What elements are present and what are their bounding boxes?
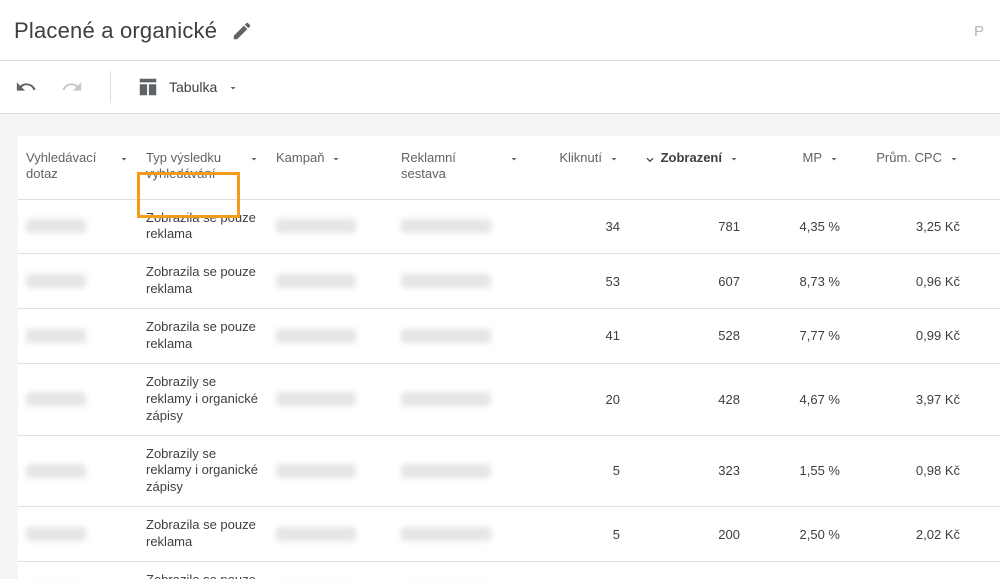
edit-icon[interactable]	[231, 20, 253, 42]
cell-impressions: 200	[628, 507, 748, 561]
view-selector-label: Tabulka	[169, 79, 217, 95]
cell-impressions: 323	[628, 436, 748, 507]
cell-mp: 1,10 %	[748, 562, 848, 579]
cell-clicks: 5	[528, 436, 628, 507]
cell-clicks: 2	[528, 562, 628, 579]
cell-result-type: Zobrazila se pouze reklama	[138, 309, 268, 363]
undo-icon[interactable]	[14, 75, 38, 99]
col-header-clicks[interactable]: Kliknutí	[528, 136, 628, 199]
chevron-down-icon	[227, 81, 239, 93]
cell-avg-cpc: 3,97 Kč	[848, 364, 968, 435]
cell-search-query	[18, 364, 138, 435]
cell-avg-cpc: 0,99 Kč	[848, 309, 968, 363]
content-surface: Vyhledávací dotaz Typ výsledku vyhledává…	[0, 114, 1000, 579]
col-header-mp[interactable]: MP	[748, 136, 848, 199]
col-header-adgroup[interactable]: Reklamní sestava	[393, 136, 528, 199]
table-row[interactable]: Zobrazila se pouze reklama 536078,73 %0,9…	[18, 254, 1000, 309]
cell-search-query	[18, 200, 138, 254]
cell-clicks: 53	[528, 254, 628, 308]
arrow-down-icon	[643, 151, 657, 165]
page-header: Placené a organické P	[0, 0, 1000, 60]
cell-campaign	[268, 364, 393, 435]
cell-result-type: Zobrazily se reklamy i organické zápisy	[138, 436, 268, 507]
col-header-result-type[interactable]: Typ výsledku vyhledávání	[138, 136, 268, 199]
table-row[interactable]: Zobrazila se pouze reklama 415287,77 %0,9…	[18, 309, 1000, 364]
cell-adgroup	[393, 436, 528, 507]
cell-avg-cpc: 2,02 Kč	[848, 507, 968, 561]
cell-result-type: Zobrazila se pouze reklama	[138, 200, 268, 254]
cell-mp: 4,67 %	[748, 364, 848, 435]
table-header-row: Vyhledávací dotaz Typ výsledku vyhledává…	[18, 136, 1000, 200]
cell-search-query	[18, 507, 138, 561]
cell-adgroup	[393, 507, 528, 561]
cell-search-query	[18, 436, 138, 507]
page-title: Placené a organické	[14, 18, 217, 44]
report-table: Vyhledávací dotaz Typ výsledku vyhledává…	[18, 136, 1000, 579]
table-row[interactable]: Zobrazila se pouze reklama 21821,10 %1,90…	[18, 562, 1000, 579]
cell-campaign	[268, 562, 393, 579]
cell-campaign	[268, 507, 393, 561]
chevron-down-icon	[728, 152, 740, 164]
header-right-initial: P	[974, 23, 986, 40]
cell-avg-cpc: 3,25 Kč	[848, 200, 968, 254]
chevron-down-icon	[828, 152, 840, 164]
cell-adgroup	[393, 562, 528, 579]
toolbar: Tabulka	[0, 60, 1000, 114]
table-row[interactable]: Zobrazila se pouze reklama 347814,35 %3,2…	[18, 200, 1000, 255]
cell-campaign	[268, 436, 393, 507]
chevron-down-icon	[118, 152, 130, 164]
cell-mp: 8,73 %	[748, 254, 848, 308]
cell-adgroup	[393, 200, 528, 254]
cell-mp: 1,55 %	[748, 436, 848, 507]
cell-search-query	[18, 309, 138, 363]
chevron-down-icon	[330, 152, 342, 164]
cell-impressions: 428	[628, 364, 748, 435]
cell-avg-cpc: 1,90 Kč	[848, 562, 968, 579]
chevron-down-icon	[508, 152, 520, 164]
redo-icon[interactable]	[60, 75, 84, 99]
cell-clicks: 5	[528, 507, 628, 561]
cell-impressions: 607	[628, 254, 748, 308]
cell-campaign	[268, 200, 393, 254]
cell-impressions: 182	[628, 562, 748, 579]
cell-adgroup	[393, 254, 528, 308]
table-row[interactable]: Zobrazila se pouze reklama 52002,50 %2,02…	[18, 507, 1000, 562]
table-row[interactable]: Zobrazily se reklamy i organické zápisy 5…	[18, 436, 1000, 508]
cell-adgroup	[393, 309, 528, 363]
col-header-impressions[interactable]: Zobrazení	[628, 136, 748, 199]
divider	[110, 71, 111, 103]
col-header-search-query[interactable]: Vyhledávací dotaz	[18, 136, 138, 199]
view-selector[interactable]: Tabulka	[137, 76, 239, 98]
cell-clicks: 34	[528, 200, 628, 254]
cell-search-query	[18, 562, 138, 579]
cell-result-type: Zobrazila se pouze reklama	[138, 562, 268, 579]
cell-search-query	[18, 254, 138, 308]
cell-avg-cpc: 0,98 Kč	[848, 436, 968, 507]
cell-result-type: Zobrazila se pouze reklama	[138, 507, 268, 561]
col-header-campaign[interactable]: Kampaň	[268, 136, 393, 199]
cell-mp: 4,35 %	[748, 200, 848, 254]
table-icon	[137, 76, 159, 98]
cell-campaign	[268, 309, 393, 363]
cell-campaign	[268, 254, 393, 308]
cell-impressions: 528	[628, 309, 748, 363]
cell-result-type: Zobrazily se reklamy i organické zápisy	[138, 364, 268, 435]
cell-clicks: 20	[528, 364, 628, 435]
chevron-down-icon	[248, 152, 260, 164]
table-row[interactable]: Zobrazily se reklamy i organické zápisy 2…	[18, 364, 1000, 436]
chevron-down-icon	[948, 152, 960, 164]
cell-adgroup	[393, 364, 528, 435]
table-body: Zobrazila se pouze reklama 347814,35 %3,2…	[18, 200, 1000, 579]
cell-avg-cpc: 0,96 Kč	[848, 254, 968, 308]
cell-mp: 7,77 %	[748, 309, 848, 363]
chevron-down-icon	[608, 152, 620, 164]
cell-result-type: Zobrazila se pouze reklama	[138, 254, 268, 308]
cell-mp: 2,50 %	[748, 507, 848, 561]
col-header-avg-cpc[interactable]: Prům. CPC	[848, 136, 968, 199]
cell-impressions: 781	[628, 200, 748, 254]
cell-clicks: 41	[528, 309, 628, 363]
